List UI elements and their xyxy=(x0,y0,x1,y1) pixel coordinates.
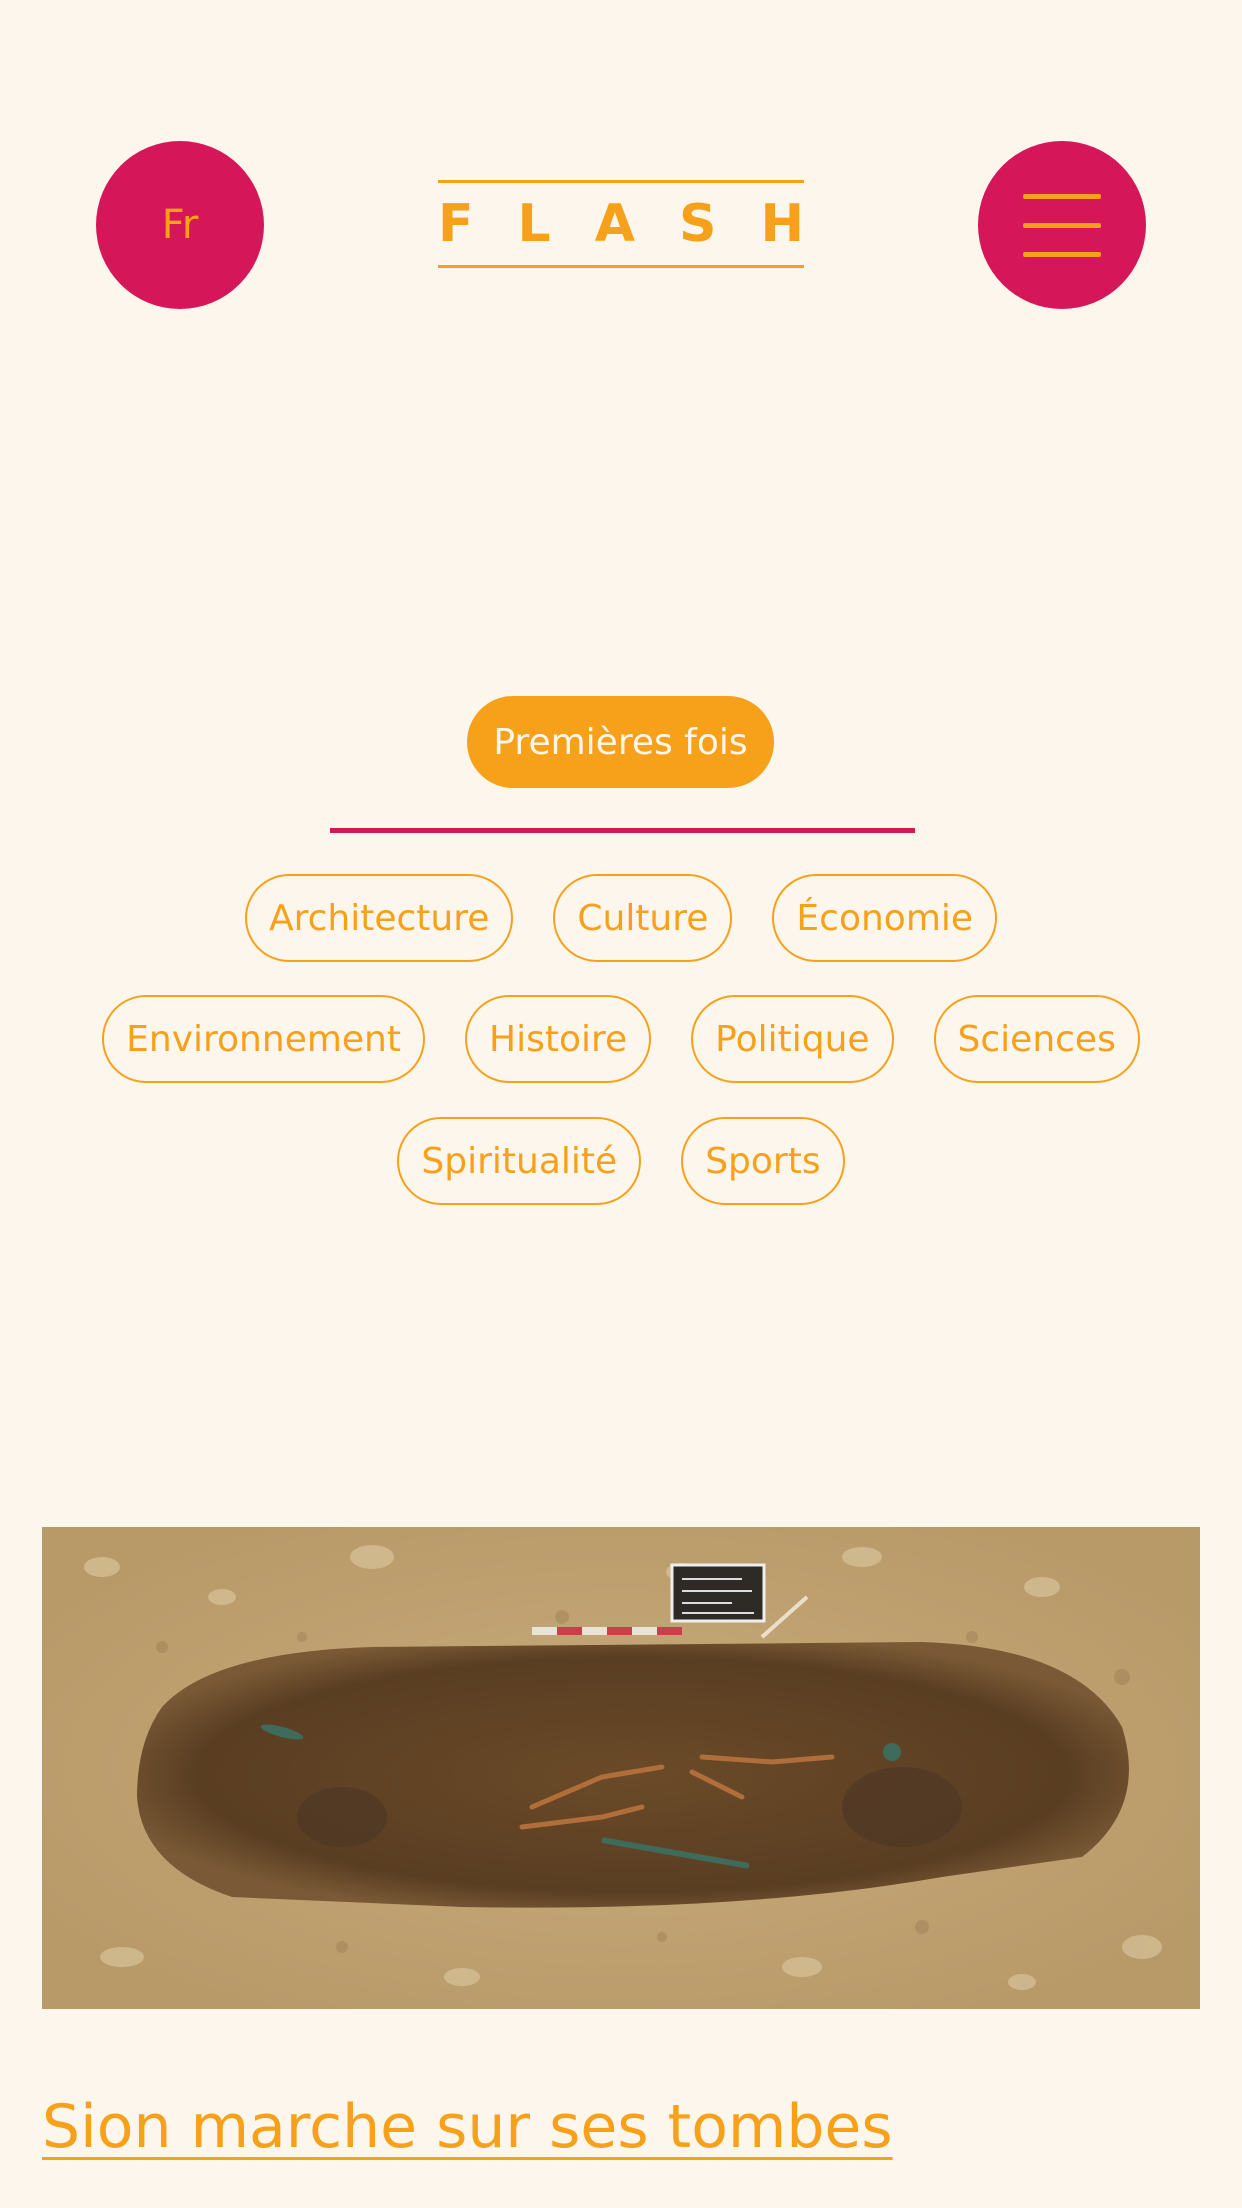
flash-logo[interactable]: F L A S H xyxy=(438,180,804,268)
filter-tag-economie[interactable]: Économie xyxy=(772,874,998,962)
filter-row: Environnement Histoire Politique Science… xyxy=(0,995,1242,1083)
filter-tag-culture[interactable]: Culture xyxy=(553,874,733,962)
filter-tag-politique[interactable]: Politique xyxy=(691,995,894,1083)
hamburger-icon xyxy=(1023,193,1101,257)
filter-row: Spiritualité Sports xyxy=(0,1117,1242,1205)
logo-letter: F xyxy=(438,194,474,254)
menu-button[interactable] xyxy=(978,141,1146,309)
active-filter-premieres-fois[interactable]: Premières fois xyxy=(467,696,774,788)
article-title-link[interactable]: Sion marche sur ses tombes xyxy=(42,2092,893,2162)
logo-letter: S xyxy=(678,194,717,254)
filter-row: Architecture Culture Économie xyxy=(0,874,1242,962)
article-image[interactable] xyxy=(42,1527,1200,2009)
filter-tag-environnement[interactable]: Environnement xyxy=(102,995,425,1083)
filter-tag-architecture[interactable]: Architecture xyxy=(244,874,514,962)
filter-tag-sciences[interactable]: Sciences xyxy=(933,995,1140,1083)
language-button[interactable]: Fr xyxy=(96,141,264,309)
logo-letter: H xyxy=(760,194,804,254)
logo-letter: L xyxy=(517,194,551,254)
language-label: Fr xyxy=(161,202,199,248)
filter-divider xyxy=(330,828,915,833)
filter-tag-histoire[interactable]: Histoire xyxy=(465,995,652,1083)
filter-tag-sports[interactable]: Sports xyxy=(681,1117,845,1205)
filter-tag-spiritualite[interactable]: Spiritualité xyxy=(397,1117,642,1205)
logo-letter: A xyxy=(594,194,635,254)
